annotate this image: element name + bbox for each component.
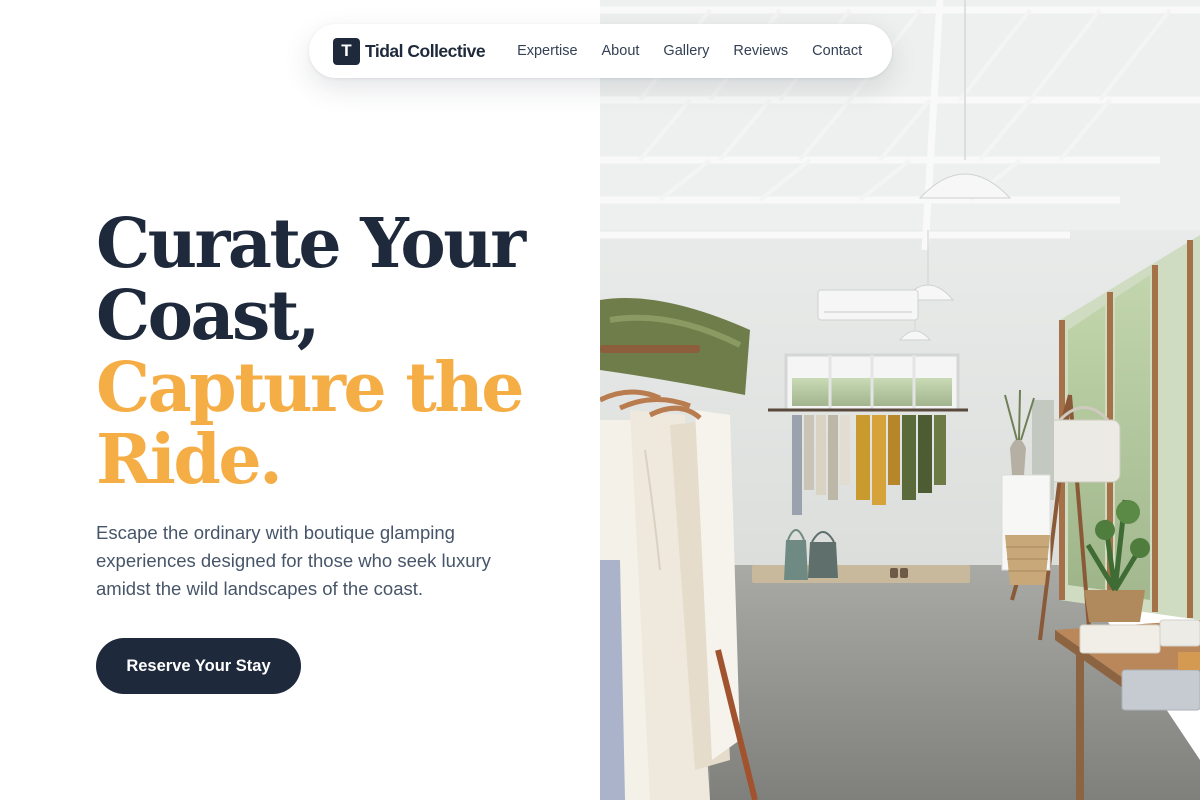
hero-headline: Curate Your Coast, Capture the Ride.	[96, 208, 576, 496]
hero-section: Curate Your Coast, Capture the Ride. Esc…	[96, 208, 576, 694]
nav-links: Expertise About Gallery Reviews Contact	[517, 43, 862, 59]
nav-link-gallery[interactable]: Gallery	[663, 43, 709, 59]
top-navbar: T Tidal Collective Expertise About Galle…	[309, 24, 892, 78]
store-interior-illustration	[600, 0, 1200, 800]
hero-description: Escape the ordinary with boutique glampi…	[96, 522, 491, 599]
headline-accent-line-2: Ride.	[96, 420, 283, 500]
headline-line-1: Curate Your	[96, 204, 526, 284]
nav-link-reviews[interactable]: Reviews	[733, 43, 788, 59]
headline-line-2: Coast,	[96, 276, 320, 356]
brand-mark-icon: T	[333, 37, 360, 65]
nav-link-contact[interactable]: Contact	[812, 43, 862, 59]
reserve-stay-button[interactable]: Reserve Your Stay	[96, 638, 301, 694]
nav-link-expertise[interactable]: Expertise	[517, 43, 577, 59]
brand-logo-link[interactable]: T Tidal Collective	[333, 37, 486, 65]
nav-link-about[interactable]: About	[602, 43, 640, 59]
brand-name: Tidal Collective	[365, 40, 486, 61]
headline-accent-line-1: Capture the	[96, 348, 524, 428]
hero-photo	[600, 0, 1200, 800]
landing-page: T Tidal Collective Expertise About Galle…	[0, 0, 1200, 800]
